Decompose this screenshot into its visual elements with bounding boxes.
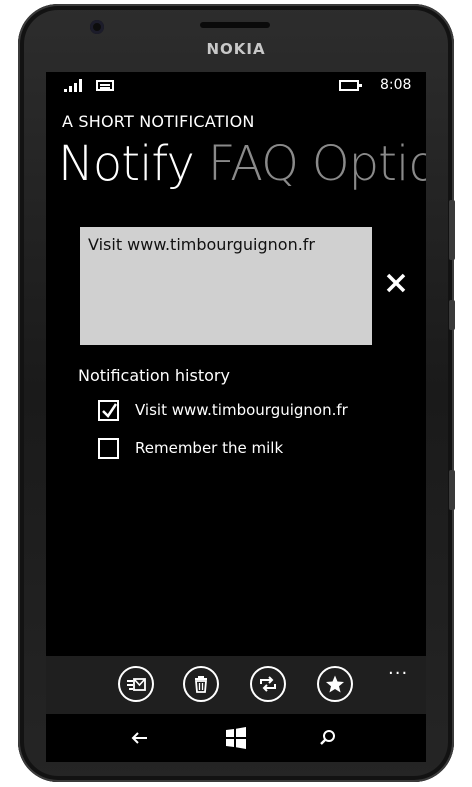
history-checkbox-unchecked[interactable] <box>98 437 119 459</box>
delete-button[interactable] <box>183 666 219 702</box>
history-item[interactable]: Remember the milk <box>98 435 283 461</box>
status-time: 8:08 <box>380 77 412 93</box>
app-bar: ... <box>46 656 426 714</box>
history-item[interactable]: Visit www.timbourguignon.fr <box>98 397 348 423</box>
phone-screen: 8:08 A SHORT NOTIFICATION Notify FAQ Optio… <box>46 72 426 714</box>
power-button <box>449 300 455 330</box>
delete-icon <box>195 676 207 693</box>
favorite-button[interactable] <box>317 666 353 702</box>
signal-strength-icon <box>64 79 82 92</box>
status-bar: 8:08 <box>46 72 426 98</box>
battery-icon <box>339 80 362 91</box>
history-label: Notification history <box>78 366 230 385</box>
device-brand-logo: NOKIA <box>206 40 266 58</box>
app-bar-more-button[interactable]: ... <box>388 658 408 679</box>
navigation-bar <box>46 714 426 762</box>
pivot-tab-faq[interactable]: FAQ <box>208 136 299 192</box>
favorite-icon <box>326 675 344 693</box>
camera-button <box>449 470 455 510</box>
history-checkbox-checked[interactable] <box>98 399 119 421</box>
front-camera <box>90 20 104 34</box>
pivot-tab-options[interactable]: Options <box>312 136 426 192</box>
history-item-label: Visit www.timbourguignon.fr <box>135 401 348 419</box>
notification-text-box[interactable]: Visit www.timbourguignon.fr <box>80 227 372 345</box>
earpiece-speaker <box>200 22 270 28</box>
history-item-label: Remember the milk <box>135 439 284 457</box>
search-icon[interactable] <box>314 724 342 752</box>
close-icon[interactable] <box>385 272 407 294</box>
pivot-header: NotifyFAQOptions <box>58 136 426 192</box>
notification-text: Visit www.timbourguignon.fr <box>88 235 316 254</box>
sync-icon <box>260 676 276 692</box>
app-title: A SHORT NOTIFICATION <box>62 112 255 131</box>
checkmark-icon <box>102 402 118 418</box>
windows-start-icon[interactable] <box>222 724 250 752</box>
message-icon <box>96 80 114 91</box>
volume-button <box>449 200 455 260</box>
pivot-tab-notify[interactable]: Notify <box>58 136 195 192</box>
back-icon[interactable] <box>126 724 154 752</box>
send-notification-icon <box>127 678 146 691</box>
send-notification-button[interactable] <box>118 666 154 702</box>
sync-button[interactable] <box>250 666 286 702</box>
